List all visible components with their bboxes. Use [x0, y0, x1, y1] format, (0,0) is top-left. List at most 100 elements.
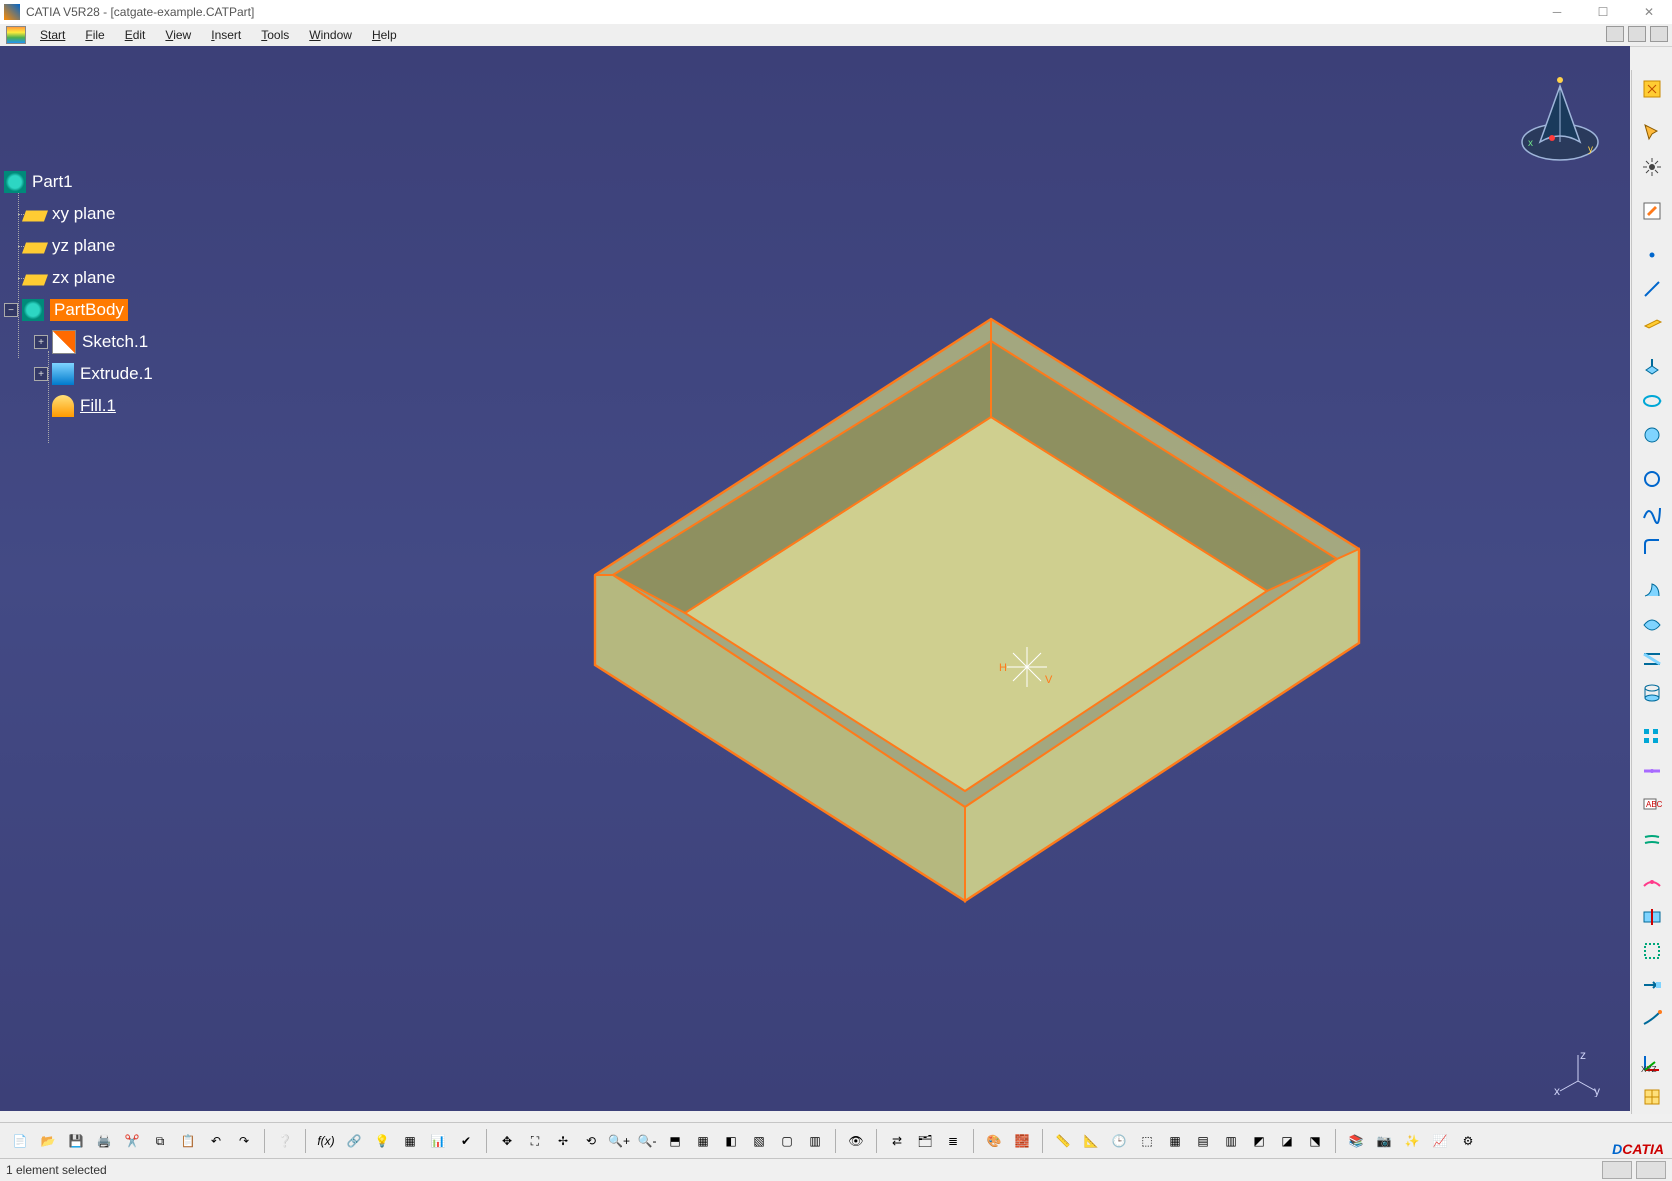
shading-icon[interactable]: ▧	[747, 1129, 771, 1153]
apply-material-icon[interactable]: 🎨	[982, 1129, 1006, 1153]
design-table-icon[interactable]: ▦	[398, 1129, 422, 1153]
fill-tool-icon[interactable]	[1637, 610, 1667, 640]
feature-2-icon[interactable]: ▦	[1163, 1129, 1187, 1153]
offset-tool-icon[interactable]	[1637, 824, 1667, 854]
select-arrow-icon[interactable]	[1637, 118, 1667, 148]
sweep-tool-icon[interactable]	[1637, 576, 1667, 606]
mdi-restore-icon[interactable]	[1628, 26, 1646, 42]
hlr-icon[interactable]: ▥	[803, 1129, 827, 1153]
extrude-tool-icon[interactable]	[1637, 352, 1667, 382]
material-library-icon[interactable]: 🧱	[1010, 1129, 1034, 1153]
expand-icon[interactable]: +	[34, 335, 48, 349]
status-indicator-1[interactable]	[1602, 1161, 1632, 1179]
swap-visible-icon[interactable]: ⇄	[885, 1129, 909, 1153]
collapse-icon[interactable]: −	[4, 303, 18, 317]
loft-tool-icon[interactable]	[1637, 678, 1667, 708]
cut-icon[interactable]: ✂️	[120, 1129, 144, 1153]
menu-start[interactable]: Start	[30, 26, 75, 44]
boundary-tool-icon[interactable]	[1637, 936, 1667, 966]
revolve-tool-icon[interactable]	[1637, 386, 1667, 416]
mdi-minimize-icon[interactable]	[1606, 26, 1624, 42]
capture-icon[interactable]: 📷	[1372, 1129, 1396, 1153]
redo-icon[interactable]: ↷	[232, 1129, 256, 1153]
feature-4-icon[interactable]: ▥	[1219, 1129, 1243, 1153]
whatsthis-icon[interactable]: ❔	[273, 1129, 297, 1153]
model-geometry[interactable]: H V	[265, 169, 1365, 989]
specification-tree[interactable]: Part1 xy plane yz plane zx plane − PartB…	[4, 166, 153, 422]
feature-1-icon[interactable]: ⬚	[1135, 1129, 1159, 1153]
pan-icon[interactable]: ✢	[551, 1129, 575, 1153]
point-tool-icon[interactable]	[1637, 240, 1667, 270]
center-graph-icon[interactable]: ✥	[495, 1129, 519, 1153]
start-icon[interactable]	[6, 26, 26, 44]
feature-7-icon[interactable]: ⬔	[1303, 1129, 1327, 1153]
catalog-icon[interactable]: 📚	[1344, 1129, 1368, 1153]
multi-view-icon[interactable]: ▦	[691, 1129, 715, 1153]
pattern-tool-icon[interactable]	[1637, 722, 1667, 752]
paste-icon[interactable]: 📋	[176, 1129, 200, 1153]
iso-view-icon[interactable]: ◧	[719, 1129, 743, 1153]
healing-tool-icon[interactable]	[1637, 868, 1667, 898]
circle-tool-icon[interactable]	[1637, 464, 1667, 494]
datum-mode-icon[interactable]	[1637, 1082, 1667, 1112]
print-icon[interactable]: 🖨️	[92, 1129, 116, 1153]
feature-5-icon[interactable]: ◩	[1247, 1129, 1271, 1153]
zoom-out-icon[interactable]: 🔍-	[635, 1129, 659, 1153]
sphere-tool-icon[interactable]	[1637, 420, 1667, 450]
new-icon[interactable]: 📄	[8, 1129, 32, 1153]
tree-sketch[interactable]: + Sketch.1	[34, 326, 153, 358]
wireframe-icon[interactable]: ▢	[775, 1129, 799, 1153]
law-icon[interactable]: 📊	[426, 1129, 450, 1153]
translate-tool-icon[interactable]	[1637, 970, 1667, 1000]
analysis-icon[interactable]: 📈	[1428, 1129, 1452, 1153]
measure-link-icon[interactable]: 🔗	[342, 1129, 366, 1153]
save-icon[interactable]: 💾	[64, 1129, 88, 1153]
copy-icon[interactable]: ⧉	[148, 1129, 172, 1153]
status-indicator-2[interactable]	[1636, 1161, 1666, 1179]
tree-partbody[interactable]: − PartBody	[4, 294, 153, 326]
formula-icon[interactable]: f(x)	[314, 1129, 338, 1153]
menu-tools[interactable]: Tools	[251, 26, 299, 44]
tree-root-part[interactable]: Part1	[4, 166, 153, 198]
menu-window[interactable]: Window	[299, 26, 362, 44]
maximize-button[interactable]: ☐	[1580, 0, 1626, 24]
rotate-icon[interactable]: ⟲	[579, 1129, 603, 1153]
minimize-button[interactable]: ─	[1534, 0, 1580, 24]
compass-gizmo[interactable]: x y	[1510, 70, 1610, 170]
extrapolate-tool-icon[interactable]	[1637, 1004, 1667, 1034]
fit-all-icon[interactable]: ⛶	[523, 1129, 547, 1153]
properties-icon[interactable]: 🗂	[913, 1129, 937, 1153]
expand-icon[interactable]: +	[34, 367, 48, 381]
close-button[interactable]: ✕	[1626, 0, 1672, 24]
tree-fill[interactable]: Fill.1	[52, 390, 153, 422]
hide-show-icon[interactable]: 👁	[844, 1129, 868, 1153]
menu-help[interactable]: Help	[362, 26, 407, 44]
menu-insert[interactable]: Insert	[201, 26, 251, 44]
normal-view-icon[interactable]: ⬒	[663, 1129, 687, 1153]
tree-plane-yz[interactable]: yz plane	[24, 230, 153, 262]
check-icon[interactable]: ✔	[454, 1129, 478, 1153]
measure-item-icon[interactable]: 📐	[1079, 1129, 1103, 1153]
menu-view[interactable]: View	[155, 26, 201, 44]
zoom-in-icon[interactable]: 🔍+	[607, 1129, 631, 1153]
measure-between-icon[interactable]: 📏	[1051, 1129, 1075, 1153]
join-tool-icon[interactable]	[1637, 756, 1667, 786]
blend-tool-icon[interactable]	[1637, 644, 1667, 674]
corner-tool-icon[interactable]	[1637, 532, 1667, 562]
spline-tool-icon[interactable]	[1637, 498, 1667, 528]
tree-plane-zx[interactable]: zx plane	[24, 262, 153, 294]
open-icon[interactable]: 📂	[36, 1129, 60, 1153]
snap-settings-icon[interactable]	[1637, 152, 1667, 182]
tree-plane-xy[interactable]: xy plane	[24, 198, 153, 230]
feature-6-icon[interactable]: ◪	[1275, 1129, 1299, 1153]
menu-file[interactable]: File	[75, 26, 114, 44]
plane-tool-icon[interactable]	[1637, 308, 1667, 338]
mdi-close-icon[interactable]	[1650, 26, 1668, 42]
annotation-tool-icon[interactable]: ABC	[1637, 790, 1667, 820]
axis-system-icon[interactable]: XYZ	[1637, 1048, 1667, 1078]
menu-edit[interactable]: Edit	[115, 26, 156, 44]
sketch-tool-icon[interactable]	[1637, 196, 1667, 226]
split-tool-icon[interactable]	[1637, 902, 1667, 932]
feature-3-icon[interactable]: ▤	[1191, 1129, 1215, 1153]
viewport-3d[interactable]: Part1 xy plane yz plane zx plane − PartB…	[0, 46, 1630, 1111]
